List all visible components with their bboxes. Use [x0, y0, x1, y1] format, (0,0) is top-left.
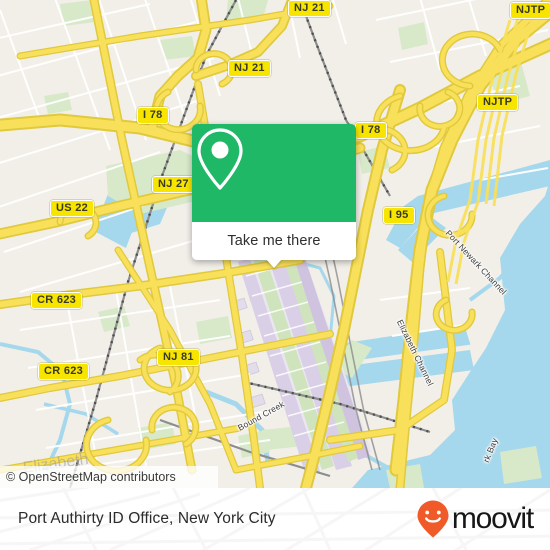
- attribution-text: © OpenStreetMap contributors: [6, 470, 176, 484]
- take-me-there-label: Take me there: [227, 233, 321, 249]
- moovit-wordmark: moovit: [451, 502, 534, 535]
- highway-shield-nj21-south[interactable]: NJ 21: [228, 60, 271, 77]
- highway-shield-nj81[interactable]: NJ 81: [157, 349, 200, 366]
- popup-header: [192, 124, 356, 222]
- highway-shield-nj21-north[interactable]: NJ 21: [288, 0, 331, 17]
- highway-shield-nj27[interactable]: NJ 27: [152, 176, 195, 193]
- highway-shield-cr623-south[interactable]: CR 623: [38, 363, 90, 380]
- map-attribution[interactable]: © OpenStreetMap contributors: [0, 466, 218, 488]
- highway-shield-njtp-top[interactable]: NJTP: [510, 2, 550, 19]
- popup-pointer-tail: [266, 259, 282, 268]
- footer-bar: Port Authirty ID Office, New York City m…: [0, 488, 550, 550]
- highway-shield-i78-east[interactable]: I 78: [355, 122, 387, 139]
- map-screenshot: Port Newark Channel Elizabeth Channel rk…: [0, 0, 550, 550]
- highway-shield-njtp-mid[interactable]: NJTP: [477, 94, 519, 111]
- highway-shield-cr623-north[interactable]: CR 623: [31, 292, 83, 309]
- page-title: Port Authirty ID Office, New York City: [18, 488, 276, 550]
- moovit-brand[interactable]: moovit: [416, 488, 534, 550]
- page-title-text: Port Authirty ID Office, New York City: [18, 510, 276, 527]
- take-me-there-button[interactable]: Take me there: [192, 222, 356, 260]
- map-pin-icon: [197, 128, 243, 190]
- map-canvas[interactable]: Port Newark Channel Elizabeth Channel rk…: [0, 0, 550, 488]
- highway-shield-i78-west[interactable]: I 78: [137, 107, 169, 124]
- highway-shield-i95[interactable]: I 95: [383, 207, 415, 224]
- moovit-pin-icon: [417, 500, 449, 538]
- location-popup-card[interactable]: Take me there: [192, 124, 356, 268]
- highway-shield-us22[interactable]: US 22: [50, 200, 95, 217]
